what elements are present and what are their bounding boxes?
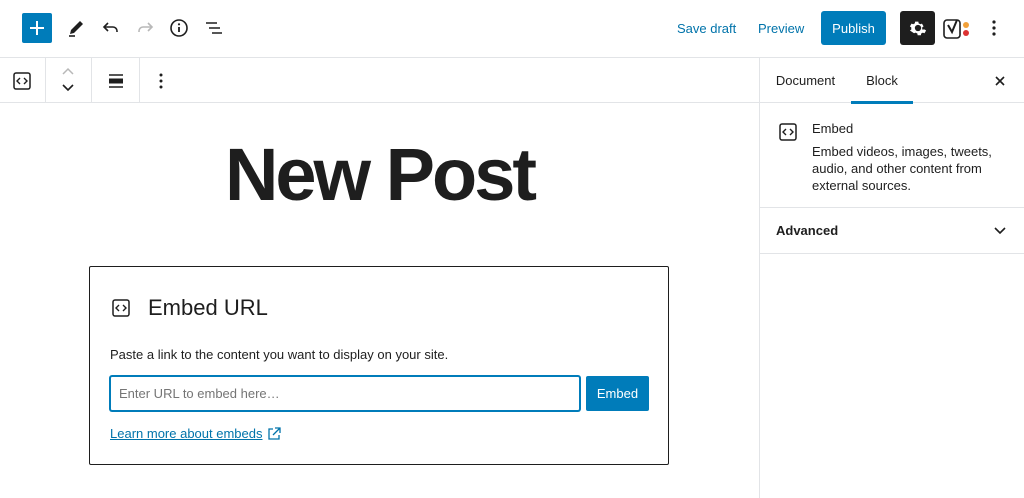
toolbar-divider <box>139 58 140 103</box>
save-draft-button[interactable]: Save draft <box>677 18 736 40</box>
yoast-icon <box>943 19 969 39</box>
redo-button[interactable] <box>131 14 159 42</box>
yoast-seo-button[interactable] <box>942 14 972 44</box>
more-menu-button[interactable] <box>984 14 1004 42</box>
block-toolbar <box>0 58 759 103</box>
more-vertical-icon <box>159 73 163 89</box>
toolbar-divider <box>91 58 92 103</box>
undo-button[interactable] <box>97 14 125 42</box>
embed-icon <box>111 298 131 318</box>
align-icon <box>109 74 123 88</box>
gear-icon <box>909 21 926 36</box>
block-card: Embed Embed videos, images, tweets, audi… <box>760 103 1024 208</box>
move-up-button[interactable] <box>58 63 78 79</box>
more-vertical-icon <box>992 20 996 36</box>
block-type-button[interactable] <box>10 69 34 93</box>
add-block-button[interactable] <box>22 13 52 43</box>
block-more-options-button[interactable] <box>151 69 171 93</box>
move-up-icon <box>62 67 74 75</box>
embed-block-header: Embed URL <box>111 295 268 321</box>
tab-block[interactable]: Block <box>851 58 913 104</box>
undo-icon <box>102 22 118 32</box>
settings-sidebar: Document Block Embed Embed videos, image… <box>759 58 1024 498</box>
learn-more-link-label: Learn more about embeds <box>110 426 263 441</box>
advanced-panel-toggle[interactable]: Advanced <box>760 208 1024 254</box>
sidebar-tabs: Document Block <box>760 58 1024 104</box>
change-alignment-button[interactable] <box>104 69 128 93</box>
chevron-down-icon <box>990 221 1010 241</box>
settings-button[interactable] <box>900 11 935 45</box>
plus-icon <box>30 21 44 35</box>
embed-instructions: Paste a link to the content you want to … <box>110 347 449 362</box>
tab-document[interactable]: Document <box>775 58 836 103</box>
embed-url-input[interactable] <box>110 376 580 411</box>
embed-button[interactable]: Embed <box>586 376 649 411</box>
preview-button[interactable]: Preview <box>758 18 804 40</box>
redo-icon <box>138 22 154 32</box>
editor-header: Save draft Preview Publish <box>0 0 1024 58</box>
editor-canvas: New Post Embed URL Paste a link to the c… <box>0 103 759 498</box>
close-icon <box>995 76 1005 86</box>
embed-block-icon <box>13 72 31 90</box>
move-down-button[interactable] <box>58 80 78 96</box>
block-card-title: Embed <box>812 121 854 136</box>
embed-block-title: Embed URL <box>148 295 268 320</box>
block-navigation-button[interactable] <box>200 14 228 42</box>
details-button[interactable] <box>165 14 193 42</box>
close-sidebar-button[interactable] <box>990 71 1010 91</box>
move-down-icon <box>62 84 74 92</box>
info-icon <box>170 19 188 37</box>
advanced-panel-label: Advanced <box>776 223 839 238</box>
post-title[interactable]: New Post <box>0 133 759 217</box>
list-view-icon <box>206 22 222 34</box>
embed-icon <box>778 122 798 142</box>
tools-button[interactable] <box>62 14 90 42</box>
publish-button[interactable]: Publish <box>821 11 886 45</box>
toolbar-divider <box>45 58 46 103</box>
block-card-description: Embed videos, images, tweets, audio, and… <box>812 144 992 193</box>
embed-block-placeholder: Embed URL Paste a link to the content yo… <box>89 266 669 465</box>
external-link-icon <box>267 426 282 441</box>
edit-pencil-icon <box>69 21 83 37</box>
learn-more-link[interactable]: Learn more about embeds <box>110 426 282 441</box>
